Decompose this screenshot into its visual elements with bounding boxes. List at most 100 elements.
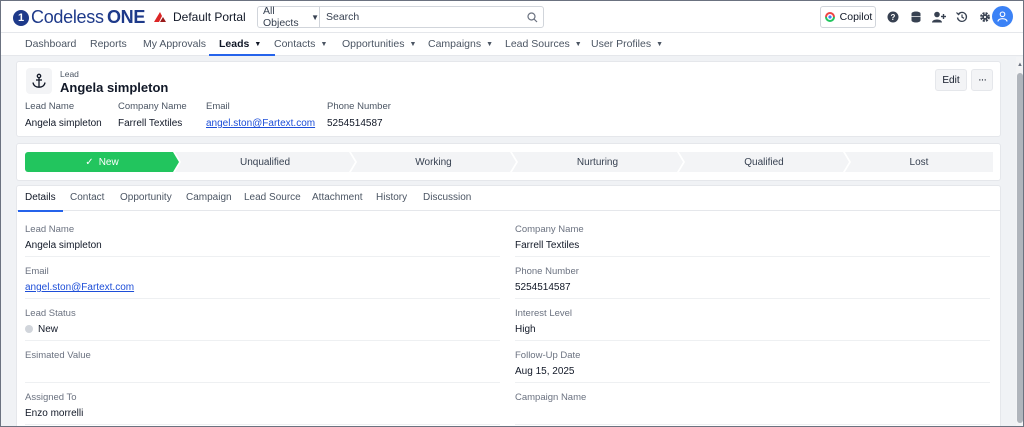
chevron-down-icon: ▼ bbox=[574, 41, 582, 48]
stage-bar: ✓ New Unqualified Working Nurturing Quali… bbox=[25, 152, 993, 172]
anchor-icon bbox=[26, 68, 52, 94]
chevron-down-icon: ▼ bbox=[486, 41, 494, 48]
details-panel: Details Contact Opportunity Campaign Lea… bbox=[16, 185, 1001, 426]
logo-icon: 1 bbox=[13, 9, 29, 26]
svg-text:?: ? bbox=[891, 13, 896, 22]
tab-details[interactable]: Details bbox=[18, 186, 63, 212]
highlight-label: Email bbox=[206, 101, 230, 112]
field-value: Enzo morrelli bbox=[25, 408, 84, 419]
stage-label: Unqualified bbox=[239, 156, 291, 168]
chevron-down-icon: ▼ bbox=[656, 41, 664, 48]
chevron-down-icon: ▼ bbox=[320, 41, 328, 48]
chevron-down-icon: ▼ bbox=[311, 12, 319, 22]
field-estimated-value: Esimated Value bbox=[25, 341, 500, 383]
add-user-icon[interactable] bbox=[931, 9, 947, 25]
highlight-company-name: Company Name Farrell Textiles bbox=[118, 101, 187, 129]
record-type: Lead bbox=[60, 69, 79, 79]
help-icon[interactable]: ? bbox=[885, 9, 901, 25]
header-tools: ? bbox=[885, 9, 1000, 25]
nav-label: User Profiles bbox=[591, 38, 652, 50]
stage-new[interactable]: ✓ New bbox=[25, 152, 179, 172]
stage-lost[interactable]: Lost bbox=[845, 152, 993, 172]
field-label: Campaign Name bbox=[515, 392, 587, 403]
highlight-value: 5254514587 bbox=[327, 118, 383, 129]
field-interest-level: Interest Level High bbox=[515, 299, 990, 341]
search-scope-select[interactable]: All Objects ▼ bbox=[258, 5, 320, 29]
field-label: Lead Status bbox=[25, 308, 76, 319]
field-label: Lead Name bbox=[25, 224, 75, 235]
record-title: Angela simpleton bbox=[60, 80, 169, 95]
search-input[interactable] bbox=[320, 7, 521, 27]
scrollbar-thumb[interactable] bbox=[1017, 73, 1023, 423]
history-icon[interactable] bbox=[954, 9, 970, 25]
portal-switcher[interactable]: Default Portal bbox=[153, 10, 246, 24]
nav-user-profiles[interactable]: User Profiles ▼ bbox=[591, 33, 663, 56]
more-actions-button[interactable]: ··· bbox=[971, 69, 993, 91]
highlight-label: Phone Number bbox=[327, 101, 391, 112]
brand-suffix: ONE bbox=[106, 7, 146, 27]
stage-qualified[interactable]: Qualified bbox=[679, 152, 849, 172]
tab-lead-source[interactable]: Lead Source bbox=[244, 186, 301, 211]
field-value: Angela simpleton bbox=[25, 240, 102, 251]
page-scrollbar[interactable]: ▲ bbox=[1016, 57, 1023, 426]
user-icon bbox=[997, 11, 1008, 22]
portal-icon bbox=[154, 12, 166, 22]
field-lead-name: Lead Name Angela simpleton bbox=[25, 215, 500, 257]
copilot-button[interactable]: Copilot bbox=[820, 6, 876, 28]
field-label: Follow-Up Date bbox=[515, 350, 581, 361]
field-label: Assigned To bbox=[25, 392, 77, 403]
global-search: All Objects ▼ bbox=[257, 5, 544, 29]
copilot-label: Copilot bbox=[839, 11, 873, 23]
app-window: 1 Codeless ONE Default Portal All Object… bbox=[0, 0, 1024, 427]
status-value: New bbox=[25, 324, 58, 335]
brand-prefix: Codeless bbox=[31, 7, 104, 27]
nav-lead-sources[interactable]: Lead Sources ▼ bbox=[505, 33, 582, 56]
tab-attachment[interactable]: Attachment bbox=[312, 186, 363, 211]
field-campaign-name: Campaign Name bbox=[515, 383, 990, 425]
lead-status-path: ✓ New Unqualified Working Nurturing Quali… bbox=[16, 143, 1001, 181]
nav-campaigns[interactable]: Campaigns ▼ bbox=[428, 33, 493, 56]
tab-discussion[interactable]: Discussion bbox=[423, 186, 471, 211]
tab-history[interactable]: History bbox=[376, 186, 407, 211]
highlight-phone-number: Phone Number 5254514587 bbox=[327, 101, 391, 129]
field-follow-up-date: Follow-Up Date Aug 15, 2025 bbox=[515, 341, 990, 383]
nav-dashboard[interactable]: Dashboard bbox=[25, 33, 76, 56]
email-link[interactable]: angel.ston@Fartext.com bbox=[25, 282, 134, 293]
search-icon[interactable] bbox=[521, 7, 543, 27]
copilot-icon bbox=[824, 12, 835, 22]
edit-button[interactable]: Edit bbox=[935, 69, 967, 91]
chevron-down-icon: ▼ bbox=[409, 41, 417, 48]
tab-opportunity[interactable]: Opportunity bbox=[120, 186, 172, 211]
user-avatar[interactable] bbox=[992, 6, 1013, 27]
status-text: New bbox=[38, 324, 59, 335]
field-lead-status: Lead Status New bbox=[25, 299, 500, 341]
field-email: Email angel.ston@Fartext.com bbox=[25, 257, 500, 299]
nav-my-approvals[interactable]: My Approvals bbox=[143, 33, 206, 56]
tab-contact[interactable]: Contact bbox=[70, 186, 104, 211]
nav-reports[interactable]: Reports bbox=[90, 33, 127, 56]
record-header: Lead Angela simpleton Edit ··· Lead Name… bbox=[16, 61, 1001, 137]
nav-label: Opportunities bbox=[342, 38, 405, 50]
field-value: High bbox=[515, 324, 536, 335]
stage-working[interactable]: Working bbox=[351, 152, 516, 172]
record-tabs: Details Contact Opportunity Campaign Lea… bbox=[17, 186, 1000, 212]
field-value: 5254514587 bbox=[515, 282, 571, 293]
brand-logo[interactable]: 1 Codeless ONE bbox=[13, 7, 145, 28]
nav-label: Campaigns bbox=[428, 38, 482, 50]
nav-label: Reports bbox=[90, 38, 127, 50]
stage-unqualified[interactable]: Unqualified bbox=[175, 152, 355, 172]
field-label: Interest Level bbox=[515, 308, 573, 319]
nav-contacts[interactable]: Contacts ▼ bbox=[274, 33, 327, 56]
nav-label: Lead Sources bbox=[505, 38, 570, 50]
email-link[interactable]: angel.ston@Fartext.com bbox=[206, 118, 315, 129]
gear-icon[interactable] bbox=[977, 9, 993, 25]
database-icon[interactable] bbox=[908, 9, 924, 25]
nav-leads[interactable]: Leads ▼ bbox=[208, 33, 276, 56]
chevron-down-icon: ▼ bbox=[254, 41, 262, 48]
tab-campaign[interactable]: Campaign bbox=[186, 186, 232, 211]
stage-nurturing[interactable]: Nurturing bbox=[512, 152, 683, 172]
nav-opportunities[interactable]: Opportunities ▼ bbox=[342, 33, 416, 56]
scroll-up-icon[interactable]: ▲ bbox=[1016, 61, 1023, 69]
field-label: Email bbox=[25, 266, 49, 277]
field-assigned-to: Assigned To Enzo morrelli bbox=[25, 383, 500, 425]
